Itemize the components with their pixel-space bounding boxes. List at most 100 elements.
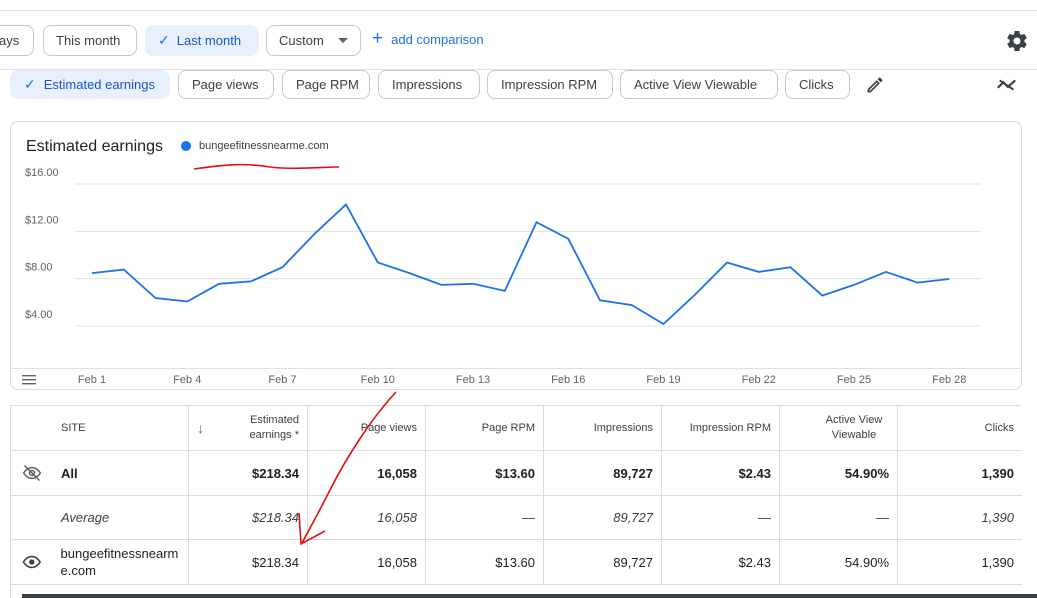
x-tick-label: Feb 28 xyxy=(932,374,967,386)
y-tick-label: $8.00 xyxy=(25,262,53,274)
header-label: Page RPM xyxy=(481,421,535,434)
range-chip-last-month[interactable]: ✓ Last month xyxy=(145,25,259,56)
metric-chip-label: Active View Viewable xyxy=(634,77,758,92)
cell-clicks: 1,390 xyxy=(981,465,1014,481)
site-cell: All xyxy=(11,451,189,495)
x-tick-label: Feb 7 xyxy=(268,374,297,386)
y-tick-label: $16.00 xyxy=(25,167,59,179)
y-tick-label: $12.00 xyxy=(25,214,59,226)
check-icon: ✓ xyxy=(158,32,170,48)
x-tick-label: Feb 4 xyxy=(173,374,202,386)
eye-off-icon[interactable] xyxy=(21,463,43,483)
metric-chip-label: Page views xyxy=(192,77,259,92)
metric-chip-label: Estimated earnings xyxy=(43,77,156,92)
x-tick-label: Feb 19 xyxy=(646,374,681,386)
metric-chip-label: Impression RPM xyxy=(501,77,598,92)
cell-estimated-earnings: $218.34 xyxy=(189,451,308,495)
hamburger-icon[interactable] xyxy=(22,374,36,386)
header-label: Clicks xyxy=(984,421,1014,434)
y-tick-label: $4.00 xyxy=(25,309,53,321)
top-divider xyxy=(0,10,1037,11)
metric-chip-label: Clicks xyxy=(799,77,834,92)
header-impressions[interactable]: Impressions xyxy=(544,406,662,450)
header-impression-rpm[interactable]: Impression RPM xyxy=(662,406,780,450)
table-row[interactable]: bungeefitnessnearme.com $218.34 16,058 $… xyxy=(11,540,1022,585)
x-tick-label: Feb 1 xyxy=(77,374,107,386)
x-tick-label: Feb 10 xyxy=(360,374,395,386)
earnings-chart-card: Estimated earnings bungeefitnessnearme.c… xyxy=(10,121,1022,390)
range-chip-label: This month xyxy=(56,33,121,48)
range-chip-label: Custom xyxy=(279,33,324,48)
range-chip-this-month[interactable]: This month xyxy=(43,25,137,56)
eye-icon[interactable] xyxy=(21,552,43,572)
horizontal-scrollbar[interactable] xyxy=(22,594,1037,598)
x-tick-label: Feb 22 xyxy=(741,374,776,386)
metric-chip-impressions[interactable]: Impressions xyxy=(378,70,480,99)
trending-icon[interactable] xyxy=(996,75,1018,95)
cell-clicks: 1,390 xyxy=(981,554,1014,570)
metric-chip-label: Page RPM xyxy=(296,77,359,92)
series-line[interactable] xyxy=(91,203,950,326)
table-row[interactable]: All $218.34 16,058 $13.60 89,727 $2.43 5… xyxy=(11,451,1022,496)
site-cell: bungeefitnessnearme.com xyxy=(11,540,189,584)
cell-clicks: 1,390 xyxy=(981,510,1014,525)
cell-page-views: 16,058 xyxy=(308,496,426,539)
header-active-view-viewable[interactable]: Active View Viewable xyxy=(780,406,898,450)
sites-table: SITE ↓ Estimated earnings * Page views P… xyxy=(10,405,1022,598)
x-tick-label: Feb 16 xyxy=(551,374,586,386)
metric-chip-estimated-earnings[interactable]: ✓ Estimated earnings xyxy=(10,70,170,99)
cell-impression-rpm: $2.43 xyxy=(662,451,780,495)
header-label: Active View Viewable xyxy=(825,414,883,441)
metric-chip-page-views[interactable]: Page views xyxy=(178,70,274,99)
header-site[interactable]: SITE xyxy=(11,406,189,450)
add-comparison-link[interactable]: + add comparison xyxy=(372,28,484,49)
metric-chip-page-rpm[interactable]: Page RPM xyxy=(282,70,370,99)
header-label: Impressions xyxy=(593,421,653,434)
header-clicks[interactable]: Clicks xyxy=(898,406,1022,450)
site-label: Average xyxy=(61,510,110,525)
chevron-down-icon xyxy=(337,38,348,43)
earnings-line-chart: $16.00 $12.00 $8.00 $4.00 xyxy=(25,167,981,327)
cell-page-views: 16,058 xyxy=(308,451,426,495)
cell-active-view: 54.90% xyxy=(780,540,898,584)
date-range-bar: ays This month ✓ Last month Custom + add… xyxy=(0,25,1037,57)
chart-footer-divider xyxy=(11,368,1021,369)
range-chip-label: ays xyxy=(0,33,20,48)
metric-selector: ✓ Estimated earnings Page views Page RPM… xyxy=(0,70,1037,100)
header-label: Estimated earnings * xyxy=(249,414,299,441)
cell-impression-rpm: — xyxy=(662,496,780,539)
pencil-icon[interactable] xyxy=(865,75,885,95)
metric-chip-active-view-viewable[interactable]: Active View Viewable xyxy=(620,70,778,99)
header-estimated-earnings[interactable]: ↓ Estimated earnings * xyxy=(189,406,308,450)
metric-chip-impression-rpm[interactable]: Impression RPM xyxy=(487,70,613,99)
range-chip-label: Last month xyxy=(176,33,242,48)
header-label: Page views xyxy=(360,421,417,434)
cell-page-views: 16,058 xyxy=(308,540,426,584)
cell-impression-rpm: $2.43 xyxy=(662,540,780,584)
table-header-row: SITE ↓ Estimated earnings * Page views P… xyxy=(11,406,1022,451)
cell-estimated-earnings: $218.34 xyxy=(189,496,308,539)
range-chip-custom[interactable]: Custom xyxy=(266,25,361,56)
check-icon: ✓ xyxy=(24,76,36,92)
arrow-down-icon: ↓ xyxy=(197,419,204,436)
plus-icon: + xyxy=(372,28,384,49)
cell-impressions: 89,727 xyxy=(544,496,662,539)
cell-active-view: — xyxy=(780,496,898,539)
cell-page-rpm: $13.60 xyxy=(426,540,544,584)
gear-icon[interactable] xyxy=(1005,29,1029,53)
cell-page-rpm: — xyxy=(426,496,544,539)
x-tick-label: Feb 25 xyxy=(836,374,872,386)
range-chip-days[interactable]: ays xyxy=(0,25,34,56)
add-comparison-label: add comparison xyxy=(391,31,484,47)
cell-active-view: 54.90% xyxy=(780,451,898,495)
header-page-rpm[interactable]: Page RPM xyxy=(426,406,544,450)
cell-impressions: 89,727 xyxy=(544,451,662,495)
site-cell: Average xyxy=(11,496,189,539)
header-label: Impression RPM xyxy=(689,421,771,434)
site-label: All xyxy=(61,465,78,481)
site-label: bungeefitnessnearme.com xyxy=(60,546,179,578)
header-label: SITE xyxy=(61,422,86,434)
header-page-views[interactable]: Page views xyxy=(308,406,426,450)
metric-chip-clicks[interactable]: Clicks xyxy=(785,70,850,99)
cell-estimated-earnings: $218.34 xyxy=(189,540,308,584)
